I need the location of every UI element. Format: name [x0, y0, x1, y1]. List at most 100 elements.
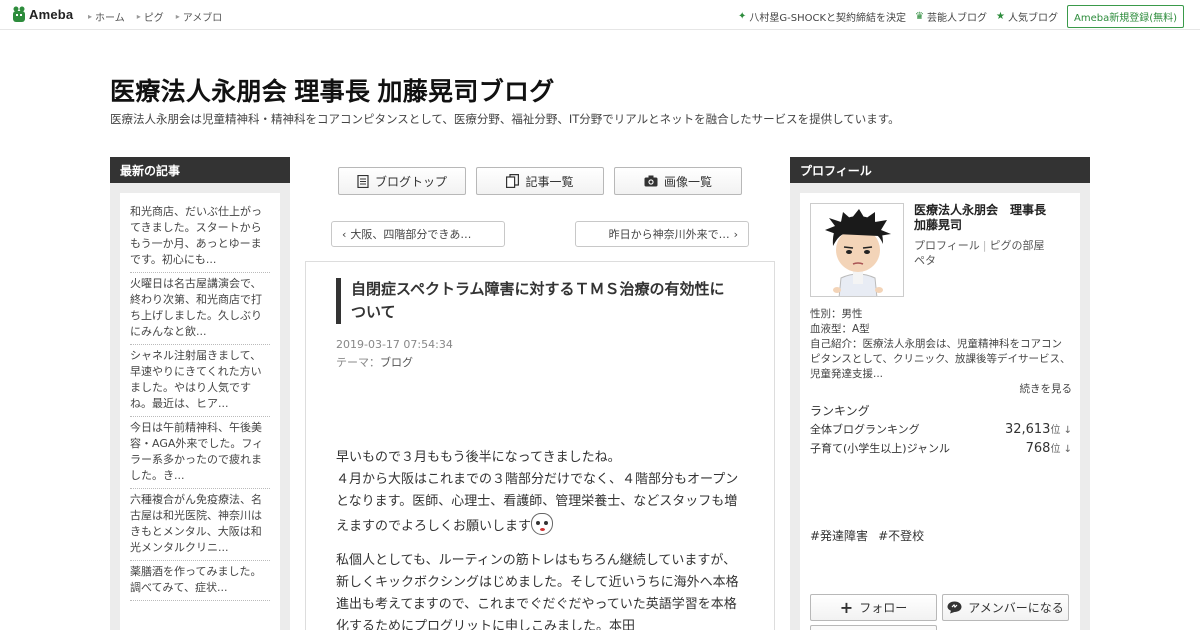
profile-links: プロフィール | ピグの部屋 ペタ [914, 238, 1064, 268]
ranking-unit: 位 ↓ [1050, 425, 1072, 436]
signup-button[interactable]: Ameba新規登録(無料) [1066, 5, 1184, 28]
ameba-logo-text: Ameba [29, 7, 74, 22]
theme-link[interactable]: ブログ [380, 356, 413, 369]
ranking-value: 768 [1025, 441, 1051, 456]
next-article-link[interactable]: 昨日から神奈川外来で… › [575, 221, 749, 247]
profile-name[interactable]: 医療法人永朋会 理事長 加藤晃司 [914, 203, 1064, 233]
list-item[interactable]: 火曜日は名古屋講演会で、終わり次第、和光商店で打ち上げしました。久しぶりにみんな… [130, 273, 270, 345]
avatar[interactable] [810, 203, 904, 297]
list-item[interactable]: 今日は午前精神科、午後美容・AGA外来でした。フィラー系多かったので疲れました。… [130, 417, 270, 489]
follow-buttons: + フォロー アメンバーになる [810, 594, 1069, 621]
article-paragraph: 私個人としても、ルーティンの筋トレはもちろん継続していますが、新しくキックボクシ… [336, 553, 739, 630]
top-right-nav: ✦ 八村塁G-SHOCKと契約締結を決定 ♛ 芸能人ブログ ★ 人気ブログ Ameba… [738, 5, 1184, 28]
article-theme: テーマ：ブログ [336, 354, 413, 370]
celebrity-blog-label: 芸能人ブログ [927, 13, 988, 24]
image-list-label: 画像一覧 [663, 174, 712, 189]
popular-blog-link[interactable]: ★ 人気ブログ [996, 9, 1058, 24]
celebrity-blog-link[interactable]: ♛ 芸能人ブログ [915, 9, 987, 24]
star-icon: ★ [996, 11, 1005, 22]
news-link-label: 八村塁G-SHOCKと契約締結を決定 [749, 13, 907, 24]
emoji-face-icon [531, 513, 554, 535]
blog-top-button[interactable]: ブログトップ [338, 167, 466, 195]
divider: | [982, 239, 987, 252]
caret-right-icon: ▸ [136, 12, 141, 21]
profile-link[interactable]: プロフィール [914, 239, 980, 252]
nav-label: ピグ [143, 13, 164, 24]
top-nav: ▸ ホーム ▸ ピグ ▸ アメブロ [88, 9, 222, 24]
sparkle-icon: ✦ [738, 11, 747, 22]
profile-gender: 性別：男性 [810, 308, 863, 320]
caret-right-icon: ▸ [88, 12, 93, 21]
theme-label: テーマ： [336, 356, 380, 369]
nav-label: アメブロ [182, 13, 223, 24]
amember-button[interactable]: アメンバーになる [942, 594, 1069, 621]
nav-label: ホーム [95, 13, 125, 24]
article-list-button[interactable]: 記事一覧 [476, 167, 604, 195]
caret-right-icon: ▸ [175, 12, 180, 21]
blog-description: 医療法人永朋会は児童精神科・精神科をコアコンピタンスとして、医療分野、福祉分野、… [110, 112, 900, 126]
pigg-room-link[interactable]: ピグの部屋 [990, 239, 1045, 252]
list-item[interactable]: 六種複合がん免疫療法、名古屋は和光医院、神奈川はきもとメンタル、大阪は和光メンタ… [130, 489, 270, 561]
more-button[interactable] [810, 625, 937, 630]
profile-panel: プロフィール 医療法人永朋会 理事長 加藤晃司 プロフィール | ピグの部屋 ペ… [790, 157, 1090, 630]
profile-blood-type: 血液型：A型 [810, 323, 870, 335]
list-item[interactable]: 薬膳酒を作ってみました。調べてみて、症状... [130, 561, 270, 601]
image-list-button[interactable]: 画像一覧 [614, 167, 742, 195]
ameba-logo[interactable]: Ameba [12, 6, 73, 23]
hashtag[interactable]: #不登校 [878, 527, 924, 544]
article-date: 2019-03-17 07:54:34 [336, 338, 453, 351]
prev-article-link[interactable]: ‹ 大阪、四階部分できあ… [331, 221, 505, 247]
article-card: 自閉症スペクトラム障害に対するＴＭＳ治療の有効性について 2019-03-17 … [305, 261, 775, 630]
peta-link[interactable]: ペタ [914, 254, 936, 267]
crown-icon: ♛ [915, 11, 925, 22]
article-list-label: 記事一覧 [525, 174, 574, 189]
list-item[interactable]: シャネル注射届きまして、早速やりにきてくれた方いました。やはり人気ですね。最近は… [130, 345, 270, 417]
article-body: 早いもので３月ももう後半になってきましたね。 ４月から大阪はこれまでの３階部分だ… [336, 447, 748, 630]
blog-title[interactable]: 医療法人永朋会 理事長 加藤晃司ブログ [110, 72, 555, 108]
hashtag[interactable]: #発達障害 [810, 527, 868, 544]
camera-icon [644, 175, 658, 187]
profile-heading: プロフィール [790, 157, 1090, 183]
ranking-value: 32,613 [1004, 422, 1051, 437]
blog-top-label: ブログトップ [374, 174, 447, 189]
ranking-value-wrap: 768位 ↓ [1026, 440, 1072, 456]
speech-bubble-icon [947, 601, 962, 614]
follow-button[interactable]: + フォロー [810, 594, 937, 621]
ameba-logo-icon [13, 6, 25, 22]
copy-icon [506, 174, 520, 188]
top-bar: Ameba ▸ ホーム ▸ ピグ ▸ アメブロ ✦ 八村塁G-SHOCKと契約締結を決定… [0, 0, 1200, 30]
profile-intro: 自己紹介：医療法人永朋会は、児童精神科をコアコンピタンスとして、クリニック、放課… [810, 338, 1071, 380]
next-article-label: 昨日から神奈川外来で… [608, 228, 730, 241]
ranking-value-wrap: 32,613位 ↓ [1005, 421, 1072, 437]
ranking-row[interactable]: 子育て(小学生以上)ジャンル 768位 ↓ [810, 440, 1072, 456]
latest-articles-list: 和光商店、だいぶ仕上がってきました。スタートからもう一か月、あっとゆーまです。初… [120, 193, 280, 630]
avatar-character-icon [811, 204, 903, 296]
popular-blog-label: 人気ブログ [1007, 13, 1058, 24]
nav-home[interactable]: ▸ ホーム [88, 9, 125, 24]
news-link[interactable]: ✦ 八村塁G-SHOCKと契約締結を決定 [738, 9, 906, 24]
latest-articles-panel: 最新の記事 和光商店、だいぶ仕上がってきました。スタートからもう一か月、あっとゆ… [110, 157, 290, 630]
article-title[interactable]: 自閉症スペクトラム障害に対するＴＭＳ治療の有効性について [336, 278, 736, 324]
profile-box: 医療法人永朋会 理事長 加藤晃司 プロフィール | ピグの部屋 ペタ 性別：男性 血… [800, 193, 1080, 630]
chevron-right-icon: › [733, 227, 738, 241]
nav-pigg[interactable]: ▸ ピグ [137, 9, 164, 24]
plus-icon: + [839, 597, 854, 617]
read-more-link[interactable]: 続きを見る [1020, 382, 1073, 397]
profile-meta: 性別：男性 血液型：A型 自己紹介：医療法人永朋会は、児童精神科をコアコンピタン… [810, 307, 1072, 397]
ranking-label: 全体ブログランキング [810, 423, 920, 436]
ranking-unit: 位 ↓ [1050, 444, 1072, 455]
ranking-label: 子育て(小学生以上)ジャンル [810, 442, 951, 455]
hashtag-list: #発達障害 #不登校 [810, 527, 924, 544]
nav-ameblo[interactable]: ▸ アメブロ [176, 9, 223, 24]
latest-articles-heading: 最新の記事 [110, 157, 290, 183]
follow-label: フォロー [859, 601, 908, 615]
ranking-row[interactable]: 全体ブログランキング 32,613位 ↓ [810, 421, 1072, 437]
chevron-left-icon: ‹ [342, 227, 347, 241]
ranking-heading: ランキング [810, 404, 870, 418]
prev-article-label: 大阪、四階部分できあ… [350, 228, 472, 241]
amember-label: アメンバーになる [968, 601, 1064, 615]
document-icon [357, 174, 369, 188]
blog-nav-buttons: ブログトップ 記事一覧 画像一覧 [338, 167, 742, 195]
list-item[interactable]: 和光商店、だいぶ仕上がってきました。スタートからもう一か月、あっとゆーまです。初… [130, 201, 270, 273]
article-paragraph: 早いもので３月ももう後半になってきましたね。 ４月から大阪はこれまでの３階部分だ… [336, 447, 748, 538]
